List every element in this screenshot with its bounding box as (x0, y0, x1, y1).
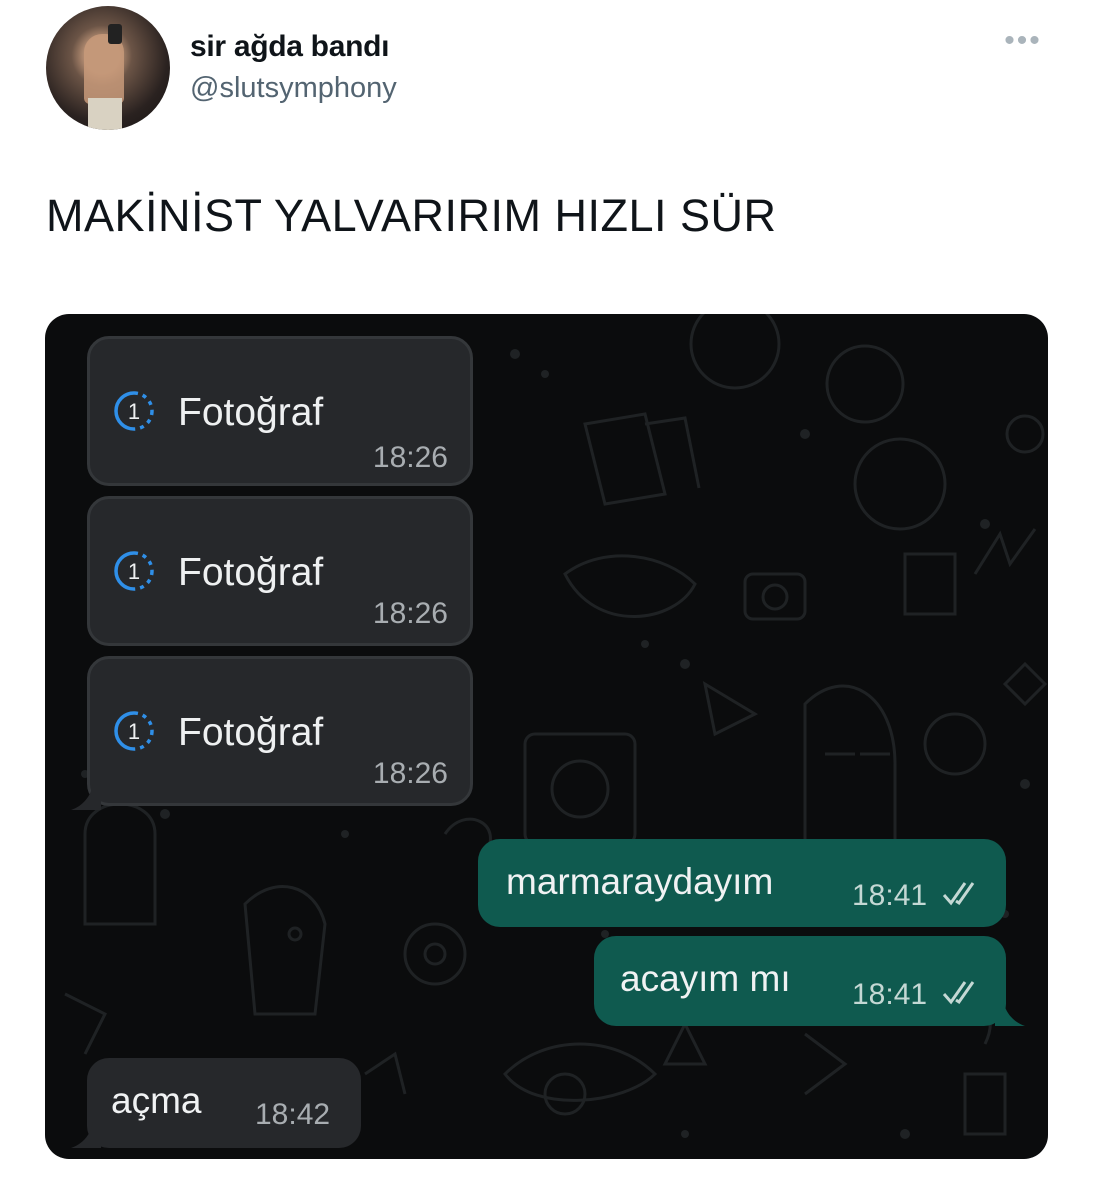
avatar-phone (108, 24, 122, 44)
view-once-icon: 1 (114, 391, 154, 431)
tweet-media-screenshot[interactable]: 1 Fotoğraf 18:26 1 Fotoğraf 18:26 1 Foto… (45, 314, 1048, 1159)
message-time: 18:26 (372, 441, 448, 474)
avatar-figure-legs (88, 98, 122, 130)
avatar-figure (84, 34, 124, 104)
message-text: marmaraydayım (506, 861, 774, 902)
photo-label: Fotoğraf (178, 551, 324, 594)
photo-label: Fotoğraf (178, 391, 324, 434)
message-text: açma (111, 1080, 202, 1121)
message-bubble-incoming[interactable]: açma 18:42 (87, 1058, 361, 1148)
double-check-icon (942, 981, 975, 1005)
message-bubble-incoming[interactable]: 1 Fotoğraf 18:26 (87, 656, 473, 806)
view-once-number: 1 (128, 719, 140, 744)
user-handle[interactable]: @slutsymphony (190, 72, 397, 105)
bubble-tail-icon (71, 1122, 101, 1148)
bubble-tail-icon (995, 1000, 1025, 1026)
message-text: acayım mı (620, 958, 791, 999)
display-name[interactable]: sir ağda bandı (190, 30, 389, 64)
photo-label: Fotoğraf (178, 711, 324, 754)
message-bubble-outgoing[interactable]: acayım mı 18:41 (594, 936, 1006, 1026)
avatar[interactable] (46, 6, 170, 130)
more-options-icon[interactable]: ••• (998, 24, 1048, 64)
message-time: 18:26 (372, 597, 448, 630)
tweet-text: MAKİNİST YALVARIRIM HIZLI SÜR (46, 190, 777, 241)
message-time: 18:41 (852, 879, 928, 912)
double-check-icon (942, 882, 975, 906)
message-time: 18:41 (852, 978, 928, 1011)
message-bubble-incoming[interactable]: 1 Fotoğraf 18:26 (87, 496, 473, 646)
message-bubble-incoming[interactable]: 1 Fotoğraf 18:26 (87, 336, 473, 486)
message-time: 18:26 (372, 757, 448, 790)
view-once-number: 1 (128, 559, 140, 584)
view-once-number: 1 (128, 399, 140, 424)
bubble-tail-icon (71, 784, 101, 810)
view-once-icon: 1 (114, 551, 154, 591)
message-bubble-outgoing[interactable]: marmaraydayım 18:41 (478, 839, 1006, 927)
message-time: 18:42 (255, 1098, 331, 1131)
view-once-icon: 1 (114, 711, 154, 751)
